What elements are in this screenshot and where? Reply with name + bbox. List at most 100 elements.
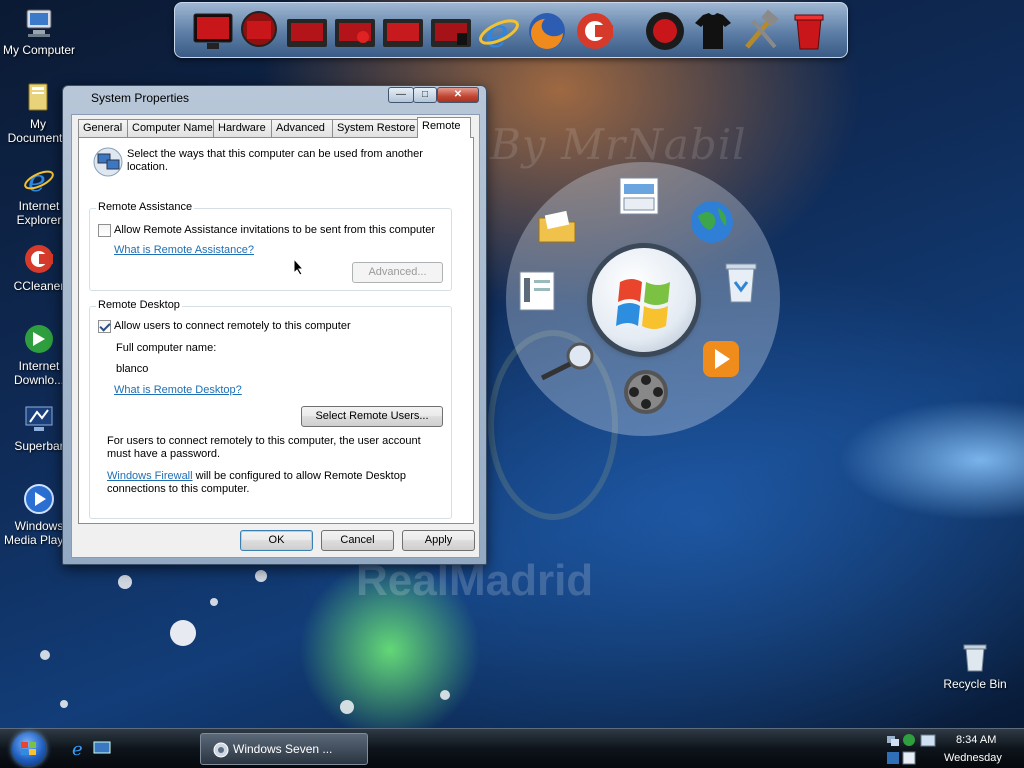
network-icon[interactable] bbox=[886, 733, 900, 747]
tab-remote[interactable]: Remote bbox=[417, 117, 471, 138]
windows-firewall-link[interactable]: Windows Firewall bbox=[107, 470, 193, 482]
wallpaper-sparkle bbox=[118, 575, 132, 589]
maximize-icon: □ bbox=[421, 89, 429, 100]
wallpaper-signature: By MrNabil bbox=[490, 120, 747, 169]
remote-intro-text: Select the ways that this computer can b… bbox=[127, 148, 423, 173]
dialog-client-area: General Computer Name Hardware Advanced … bbox=[71, 114, 480, 558]
remote-desktop-checkbox[interactable] bbox=[98, 320, 111, 333]
tab-computer-name[interactable]: Computer Name bbox=[127, 119, 214, 137]
folder-icon[interactable] bbox=[536, 206, 578, 248]
globe-icon[interactable] bbox=[688, 198, 733, 243]
quick-launch-desktop-icon[interactable] bbox=[93, 740, 111, 756]
desktop-icon-recycle-bin[interactable]: Recycle Bin bbox=[937, 640, 1013, 691]
firefox-icon[interactable] bbox=[525, 9, 569, 53]
download-manager-icon bbox=[22, 322, 56, 356]
top-dock: e bbox=[174, 2, 848, 58]
wallpaper-sparkle bbox=[60, 700, 68, 708]
clock-time[interactable]: 8:34 AM bbox=[956, 734, 996, 746]
windows-logo-icon bbox=[21, 742, 36, 755]
volume-icon[interactable] bbox=[886, 751, 900, 765]
window-title: System Properties bbox=[91, 91, 190, 105]
display-tray-icon[interactable] bbox=[920, 734, 936, 747]
taskbar-window-button[interactable]: Windows Seven ... bbox=[200, 733, 368, 765]
full-computer-name-label: Full computer name: bbox=[116, 342, 217, 354]
internet-explorer-icon: e bbox=[22, 162, 56, 199]
title-bar[interactable]: System Properties — □ ✕ bbox=[63, 86, 486, 112]
wallpaper-sparkle bbox=[210, 598, 218, 606]
language-icon[interactable] bbox=[902, 751, 916, 765]
remote-assistance-title: Remote Assistance bbox=[96, 201, 195, 213]
tab-system-restore[interactable]: System Restore bbox=[332, 119, 418, 137]
media-player-icon bbox=[22, 482, 56, 516]
ok-button[interactable]: OK bbox=[240, 530, 313, 551]
computer-name-value: blanco bbox=[116, 363, 149, 375]
film-reel-icon[interactable] bbox=[620, 366, 668, 414]
notes-icon[interactable] bbox=[516, 268, 558, 311]
windows-logo-icon bbox=[616, 279, 670, 329]
wallpaper-sparkle bbox=[440, 690, 450, 700]
quick-launch-ie-icon[interactable]: e bbox=[70, 739, 88, 760]
wallpaper-sparkle bbox=[40, 650, 50, 660]
internet-explorer-icon[interactable]: e bbox=[477, 9, 521, 57]
advanced-button[interactable]: Advanced... bbox=[352, 262, 443, 283]
start-button[interactable] bbox=[12, 732, 46, 766]
remote-assistance-help-link[interactable]: What is Remote Assistance? bbox=[114, 244, 254, 256]
tab-advanced[interactable]: Advanced bbox=[271, 119, 333, 137]
taskbar-window-label: Windows Seven ... bbox=[233, 742, 333, 756]
folder-tools-icon[interactable] bbox=[429, 9, 473, 53]
svg-text:e: e bbox=[485, 11, 509, 53]
tools-icon[interactable] bbox=[739, 9, 783, 53]
superbar-icon bbox=[22, 402, 56, 436]
ccleaner-icon[interactable] bbox=[573, 9, 617, 53]
minimize-icon: — bbox=[396, 89, 406, 100]
svg-text:e: e bbox=[72, 739, 83, 757]
svg-text:e: e bbox=[28, 164, 46, 196]
mouse-cursor-icon bbox=[293, 257, 305, 276]
remote-desktop-group: Remote Desktop Allow users to connect re… bbox=[89, 299, 452, 519]
firewall-note: Windows Firewall will be configured to a… bbox=[107, 470, 417, 496]
recycle-bin-icon[interactable] bbox=[720, 258, 762, 303]
windows-logo-button[interactable] bbox=[592, 248, 696, 352]
close-icon: ✕ bbox=[453, 89, 463, 100]
media-player-icon[interactable] bbox=[700, 338, 742, 380]
clock-day[interactable]: Wednesday bbox=[944, 752, 1002, 764]
cancel-button[interactable]: Cancel bbox=[321, 530, 394, 551]
remote-desktop-title: Remote Desktop bbox=[96, 299, 182, 311]
recycle-bin-icon bbox=[958, 640, 992, 674]
mail-icon[interactable] bbox=[616, 172, 659, 215]
wallpaper-sparkle bbox=[255, 570, 267, 582]
tshirt-icon[interactable] bbox=[691, 9, 735, 53]
search-icon[interactable] bbox=[536, 338, 594, 381]
desktop-icon-my-computer[interactable]: My Computer bbox=[1, 6, 77, 57]
remote-desktop-help-link[interactable]: What is Remote Desktop? bbox=[114, 384, 242, 396]
download-tray-icon[interactable] bbox=[902, 733, 916, 747]
documents-folder-icon bbox=[21, 80, 55, 114]
remote-assistance-checkbox-label[interactable]: Allow Remote Assistance invitations to b… bbox=[114, 224, 435, 236]
remote-assistance-checkbox[interactable] bbox=[98, 224, 111, 237]
minimize-button[interactable]: — bbox=[388, 87, 414, 103]
desktop-icon-label: Recycle Bin bbox=[943, 677, 1007, 691]
select-remote-users-button[interactable]: Select Remote Users... bbox=[301, 406, 443, 427]
wallpaper-sparkle bbox=[170, 620, 196, 646]
remote-tab-panel: Select the ways that this computer can b… bbox=[78, 137, 474, 524]
folder-pictures-icon[interactable] bbox=[381, 9, 425, 53]
monitor-globe-icon[interactable] bbox=[237, 9, 281, 53]
tab-hardware[interactable]: Hardware bbox=[213, 119, 272, 137]
apply-button[interactable]: Apply bbox=[402, 530, 475, 551]
ccleaner-icon bbox=[22, 242, 56, 276]
folder-documents-icon[interactable] bbox=[285, 9, 329, 53]
system-properties-dialog: System Properties — □ ✕ General Computer… bbox=[62, 85, 487, 565]
monitor-red-icon[interactable] bbox=[191, 9, 235, 53]
remote-desktop-checkbox-label[interactable]: Allow users to connect remotely to this … bbox=[114, 320, 351, 332]
close-button[interactable]: ✕ bbox=[437, 87, 479, 103]
desktop-icon-label: My Computer bbox=[2, 43, 76, 57]
wallpaper-sparkle bbox=[340, 700, 354, 714]
folder-music-icon[interactable] bbox=[333, 9, 377, 53]
password-note: For users to connect remotely to this co… bbox=[107, 435, 421, 460]
maximize-button[interactable]: □ bbox=[413, 87, 437, 103]
media-red-orb-icon[interactable] bbox=[643, 9, 687, 53]
remote-assistance-group: Remote Assistance Allow Remote Assistanc… bbox=[89, 201, 452, 291]
remote-computers-icon bbox=[92, 146, 124, 178]
trash-icon[interactable] bbox=[787, 9, 831, 53]
tab-general[interactable]: General bbox=[78, 119, 128, 137]
